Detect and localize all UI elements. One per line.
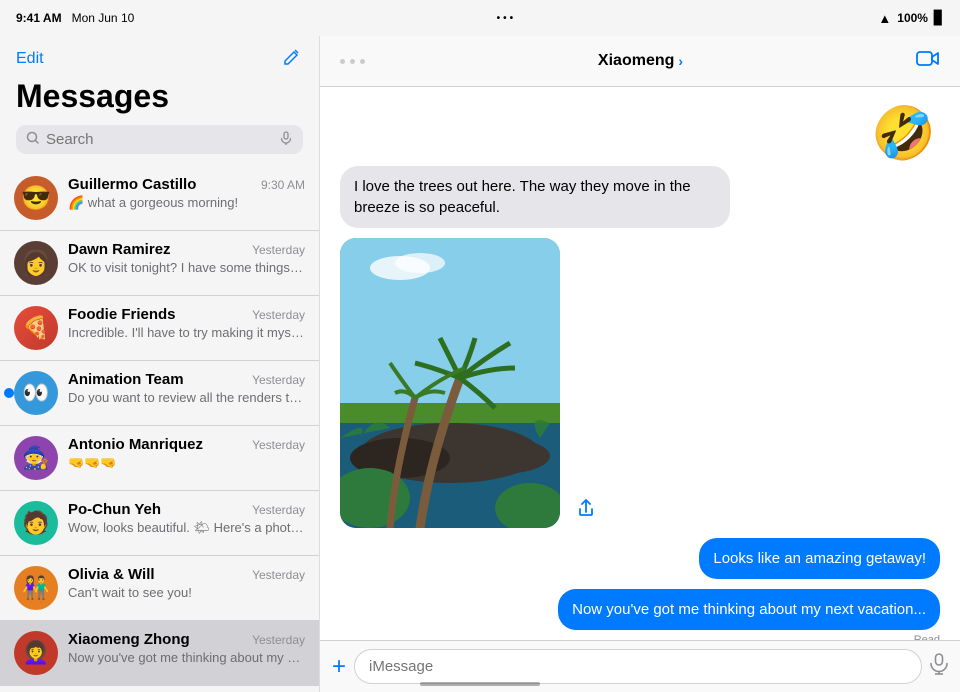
conversation-xiaomeng[interactable]: 👩‍🦱 Xiaomeng Zhong Yesterday Now you've … [0, 621, 319, 686]
message-sent-2: Now you've got me thinking about my next… [558, 589, 940, 630]
avatar-olivia: 👫 [14, 566, 58, 610]
avatar-guillermo: 😎 [14, 176, 58, 220]
compose-button[interactable] [281, 46, 303, 72]
conv-name: Animation Team [68, 371, 184, 388]
mic-button[interactable] [930, 653, 948, 681]
conv-content-dawn: Dawn Ramirez Yesterday OK to visit tonig… [68, 241, 305, 275]
conv-name: Olivia & Will [68, 566, 155, 583]
conv-preview: Wow, looks beautiful. 🌤 Here's a photo o… [68, 520, 305, 536]
edit-button[interactable]: Edit [16, 50, 44, 68]
conv-content-animation: Animation Team Yesterday Do you want to … [68, 371, 305, 405]
chat-input-bar: + [320, 640, 960, 692]
conv-time: 9:30 AM [261, 178, 305, 192]
chat-messages: 🤣 I love the trees out here. The way the… [320, 87, 960, 640]
conv-name: Antonio Manriquez [68, 436, 203, 453]
video-call-button[interactable] [916, 48, 940, 74]
conversation-foodie[interactable]: 🍕 Foodie Friends Yesterday Incredible. I… [0, 296, 319, 361]
conv-preview: 🤜🤜🤜 [68, 455, 305, 471]
conversation-dawn[interactable]: 👩 Dawn Ramirez Yesterday OK to visit ton… [0, 231, 319, 296]
mic-icon [279, 131, 293, 148]
conversation-animation[interactable]: 👀 Animation Team Yesterday Do you want t… [0, 361, 319, 426]
avatar-foodie: 🍕 [14, 306, 58, 350]
conv-time: Yesterday [252, 568, 305, 582]
conv-content-olivia: Olivia & Will Yesterday Can't wait to se… [68, 566, 305, 600]
wifi-icon: ▲ [878, 11, 891, 26]
status-center: ••• [497, 13, 517, 24]
reaction-emoji: 🤣 [871, 103, 936, 164]
avatar-animation: 👀 [14, 371, 58, 415]
app-container: Edit Messages [0, 36, 960, 692]
conv-name: Foodie Friends [68, 306, 176, 323]
status-time: 9:41 AM Mon Jun 10 [16, 11, 134, 25]
avatar-dawn: 👩 [14, 241, 58, 285]
conv-time: Yesterday [252, 633, 305, 647]
conv-time: Yesterday [252, 438, 305, 452]
battery-icon: ▊ [934, 10, 944, 26]
unread-dot [4, 388, 14, 398]
chat-contact[interactable]: Xiaomeng › [598, 52, 683, 70]
status-bar: 9:41 AM Mon Jun 10 ••• ▲ 100% ▊ [0, 0, 960, 36]
conv-preview: 🌈 what a gorgeous morning! [68, 195, 305, 211]
chat-header: Xiaomeng › [320, 36, 960, 87]
status-right: ▲ 100% ▊ [878, 10, 944, 26]
three-dots: ••• [497, 13, 517, 24]
conversation-antonio[interactable]: 🧙 Antonio Manriquez Yesterday 🤜🤜🤜 [0, 426, 319, 491]
message-sent-1: Looks like an amazing getaway! [699, 538, 940, 579]
conv-name: Dawn Ramirez [68, 241, 171, 258]
conv-preview: Now you've got me thinking about my next… [68, 650, 305, 665]
conversation-pochun[interactable]: 🧑 Po-Chun Yeh Yesterday Wow, looks beaut… [0, 491, 319, 556]
search-icon [26, 131, 40, 148]
chat-area: Xiaomeng › 🤣 I love the trees out here. … [320, 36, 960, 692]
conv-content-antonio: Antonio Manriquez Yesterday 🤜🤜🤜 [68, 436, 305, 471]
conv-content-guillermo: Guillermo Castillo 9:30 AM 🌈 what a gorg… [68, 176, 305, 211]
conv-preview: Can't wait to see you! [68, 585, 305, 600]
conv-time: Yesterday [252, 308, 305, 322]
beach-photo[interactable] [340, 238, 560, 528]
conv-content-foodie: Foodie Friends Yesterday Incredible. I'l… [68, 306, 305, 340]
header-dots [340, 59, 365, 64]
message-input[interactable] [354, 649, 922, 684]
avatar-pochun: 🧑 [14, 501, 58, 545]
search-input[interactable] [46, 131, 273, 148]
avatar-antonio: 🧙 [14, 436, 58, 480]
conv-name: Xiaomeng Zhong [68, 631, 190, 648]
add-attachment-button[interactable]: + [332, 655, 346, 679]
battery-level: 100% [897, 11, 928, 25]
conversation-guillermo[interactable]: 😎 Guillermo Castillo 9:30 AM 🌈 what a go… [0, 166, 319, 231]
conv-time: Yesterday [252, 373, 305, 387]
contact-chevron-icon: › [678, 53, 683, 69]
sidebar-header: Edit Messages [0, 36, 319, 166]
share-button[interactable] [570, 492, 602, 524]
conversations-list: 😎 Guillermo Castillo 9:30 AM 🌈 what a go… [0, 166, 319, 692]
conv-preview: Incredible. I'll have to try making it m… [68, 325, 305, 340]
date-display: Mon Jun 10 [72, 11, 135, 25]
sidebar-top-bar: Edit [16, 46, 303, 72]
conv-content-pochun: Po-Chun Yeh Yesterday Wow, looks beautif… [68, 501, 305, 536]
conv-preview: Do you want to review all the renders to… [68, 390, 305, 405]
conversation-olivia[interactable]: 👫 Olivia & Will Yesterday Can't wait to … [0, 556, 319, 621]
message-received-1: I love the trees out here. The way they … [340, 166, 730, 228]
conv-preview: OK to visit tonight? I have some things … [68, 260, 305, 275]
message-image-container [340, 238, 602, 528]
conv-content-xiaomeng: Xiaomeng Zhong Yesterday Now you've got … [68, 631, 305, 665]
time-display: 9:41 AM [16, 11, 62, 25]
conv-time: Yesterday [252, 503, 305, 517]
conv-name: Po-Chun Yeh [68, 501, 161, 518]
avatar-xiaomeng: 👩‍🦱 [14, 631, 58, 675]
messages-title: Messages [16, 78, 303, 115]
contact-name-label: Xiaomeng [598, 52, 674, 70]
search-bar[interactable] [16, 125, 303, 154]
home-indicator [420, 682, 540, 686]
conversation-ashley[interactable]: 👩 Ashley Rico Yesterday [0, 686, 319, 692]
conv-time: Yesterday [252, 243, 305, 257]
sidebar: Edit Messages [0, 36, 320, 692]
conv-name: Guillermo Castillo [68, 176, 196, 193]
